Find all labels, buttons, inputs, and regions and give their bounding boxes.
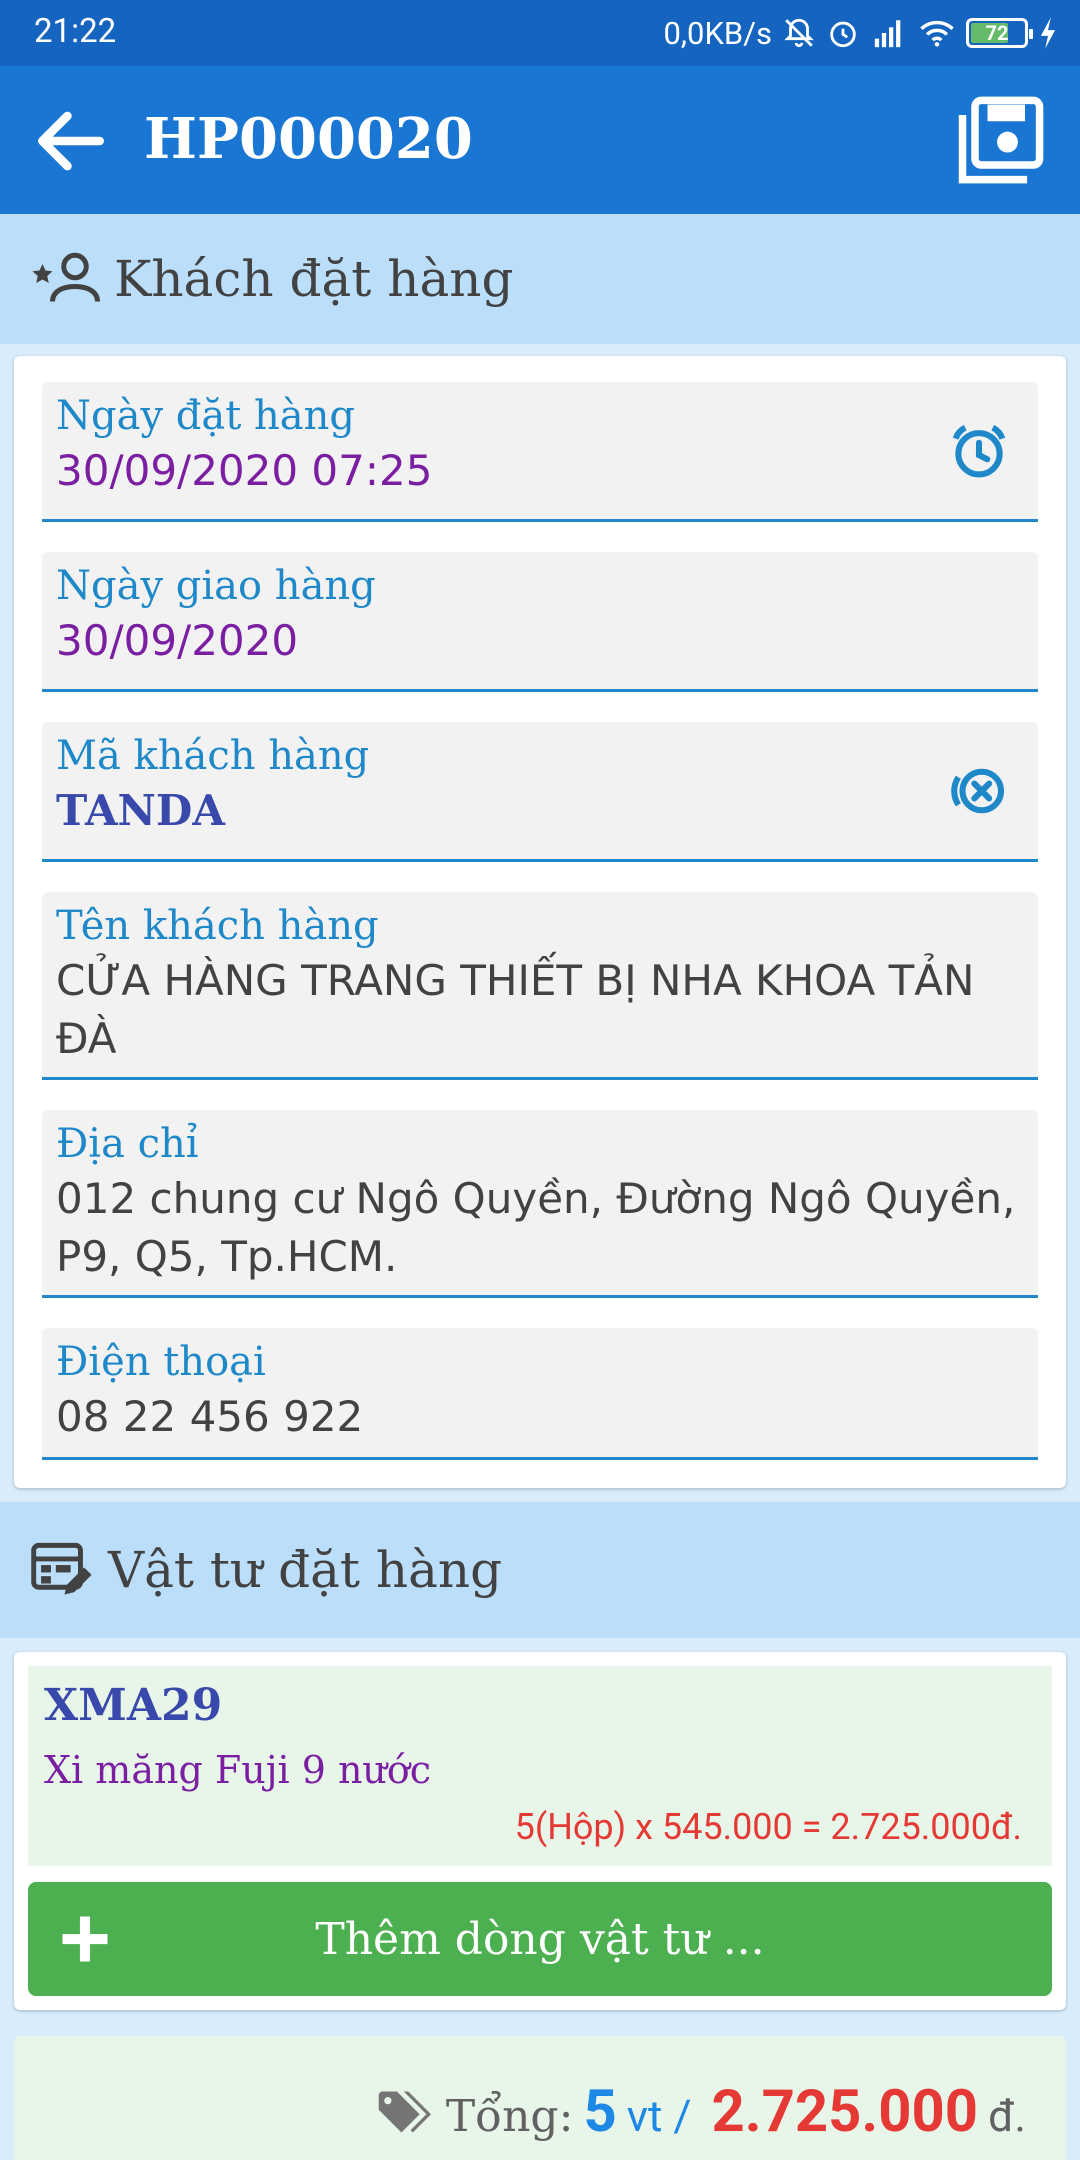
items-section-header: Vật tư đặt hàng (0, 1502, 1080, 1638)
total-currency: đ. (988, 2090, 1026, 2142)
address-field[interactable]: Địa chỉ 012 chung cư Ngô Quyền, Đường Ng… (42, 1110, 1038, 1298)
order-date-label: Ngày đặt hàng (56, 393, 355, 439)
delivery-date-field[interactable]: Ngày giao hàng 30/09/2020 (42, 552, 1038, 692)
total-label: Tổng: (445, 2091, 574, 2142)
person-star-icon (32, 252, 100, 302)
customer-section-title: Khách đặt hàng (114, 250, 514, 308)
tags-icon (378, 2091, 431, 2133)
item-code: XMA29 (44, 1680, 223, 1731)
total-row: Tổng: 5 vt / 2.725.000 đ. (376, 2078, 1026, 2146)
customer-card: Ngày đặt hàng 30/09/2020 07:25 Ngày giao… (14, 356, 1066, 1488)
customer-name-value: CỬA HÀNG TRANG THIẾT BỊ NHA KHOA TẢN ĐÀ (56, 956, 975, 1063)
add-item-button[interactable]: Thêm dòng vật tư ... (28, 1882, 1052, 1996)
order-date-field[interactable]: Ngày đặt hàng 30/09/2020 07:25 (42, 382, 1038, 522)
page-title: HP000020 (144, 106, 473, 172)
order-date-value: 30/09/2020 07:25 (56, 446, 433, 495)
status-bar: 21:22 0,0KB/s 72 (0, 0, 1080, 66)
delivery-date-label: Ngày giao hàng (56, 563, 376, 609)
phone-value: 08 22 456 922 (56, 1392, 364, 1441)
customer-section-header: Khách đặt hàng (0, 214, 1080, 344)
app-bar: HP000020 (0, 66, 1080, 214)
item-name: Xi măng Fuji 9 nước (44, 1748, 432, 1792)
items-card: XMA29 Xi măng Fuji 9 nước 5(Hộp) x 545.0… (14, 1652, 1066, 2010)
address-value: 012 chung cư Ngô Quyền, Đường Ngô Quyền,… (56, 1174, 1016, 1281)
customer-code-label: Mã khách hàng (56, 733, 370, 779)
delivery-date-value: 30/09/2020 (56, 616, 299, 665)
net-speed: 0,0KB/s (663, 14, 773, 52)
item-calculation: 5(Hộp) x 545.000 = 2.725.000đ. (514, 1806, 1022, 1848)
mute-bell-icon (784, 18, 814, 48)
signal-icon (874, 20, 901, 48)
customer-code-value: TANDA (56, 786, 225, 835)
status-time: 21:22 (34, 12, 117, 51)
alarm-icon (830, 21, 856, 48)
address-label: Địa chỉ (56, 1121, 199, 1167)
battery-level: 72 (985, 21, 1009, 45)
phone-label: Điện thoại (56, 1339, 266, 1385)
list-edit-icon (31, 1542, 92, 1595)
battery-icon: 72 (966, 18, 1033, 48)
status-icons: 0,0KB/s 72 (664, 10, 1059, 56)
alarm-clock-icon[interactable] (946, 418, 1012, 484)
items-section-title: Vật tư đặt hàng (108, 1541, 503, 1599)
customer-name-field[interactable]: Tên khách hàng CỬA HÀNG TRANG THIẾT BỊ N… (42, 892, 1038, 1080)
customer-name-label: Tên khách hàng (56, 903, 379, 949)
total-count: 5 (583, 2078, 617, 2146)
back-arrow-icon[interactable] (28, 98, 114, 184)
wifi-icon (920, 20, 954, 47)
total-bar: Tổng: 5 vt / 2.725.000 đ. (14, 2036, 1066, 2160)
list-item[interactable]: XMA29 Xi măng Fuji 9 nước 5(Hộp) x 545.0… (28, 1666, 1052, 1866)
charging-icon (1040, 17, 1056, 49)
clear-circle-icon[interactable] (946, 758, 1012, 824)
plus-icon (62, 1916, 108, 1962)
customer-code-field[interactable]: Mã khách hàng TANDA (42, 722, 1038, 862)
save-icon[interactable] (950, 90, 1050, 190)
total-unit: vt / (626, 2090, 692, 2142)
add-item-label: Thêm dòng vật tư ... (315, 1913, 765, 1965)
total-amount: 2.725.000 (711, 2078, 979, 2146)
phone-field[interactable]: Điện thoại 08 22 456 922 (42, 1328, 1038, 1460)
